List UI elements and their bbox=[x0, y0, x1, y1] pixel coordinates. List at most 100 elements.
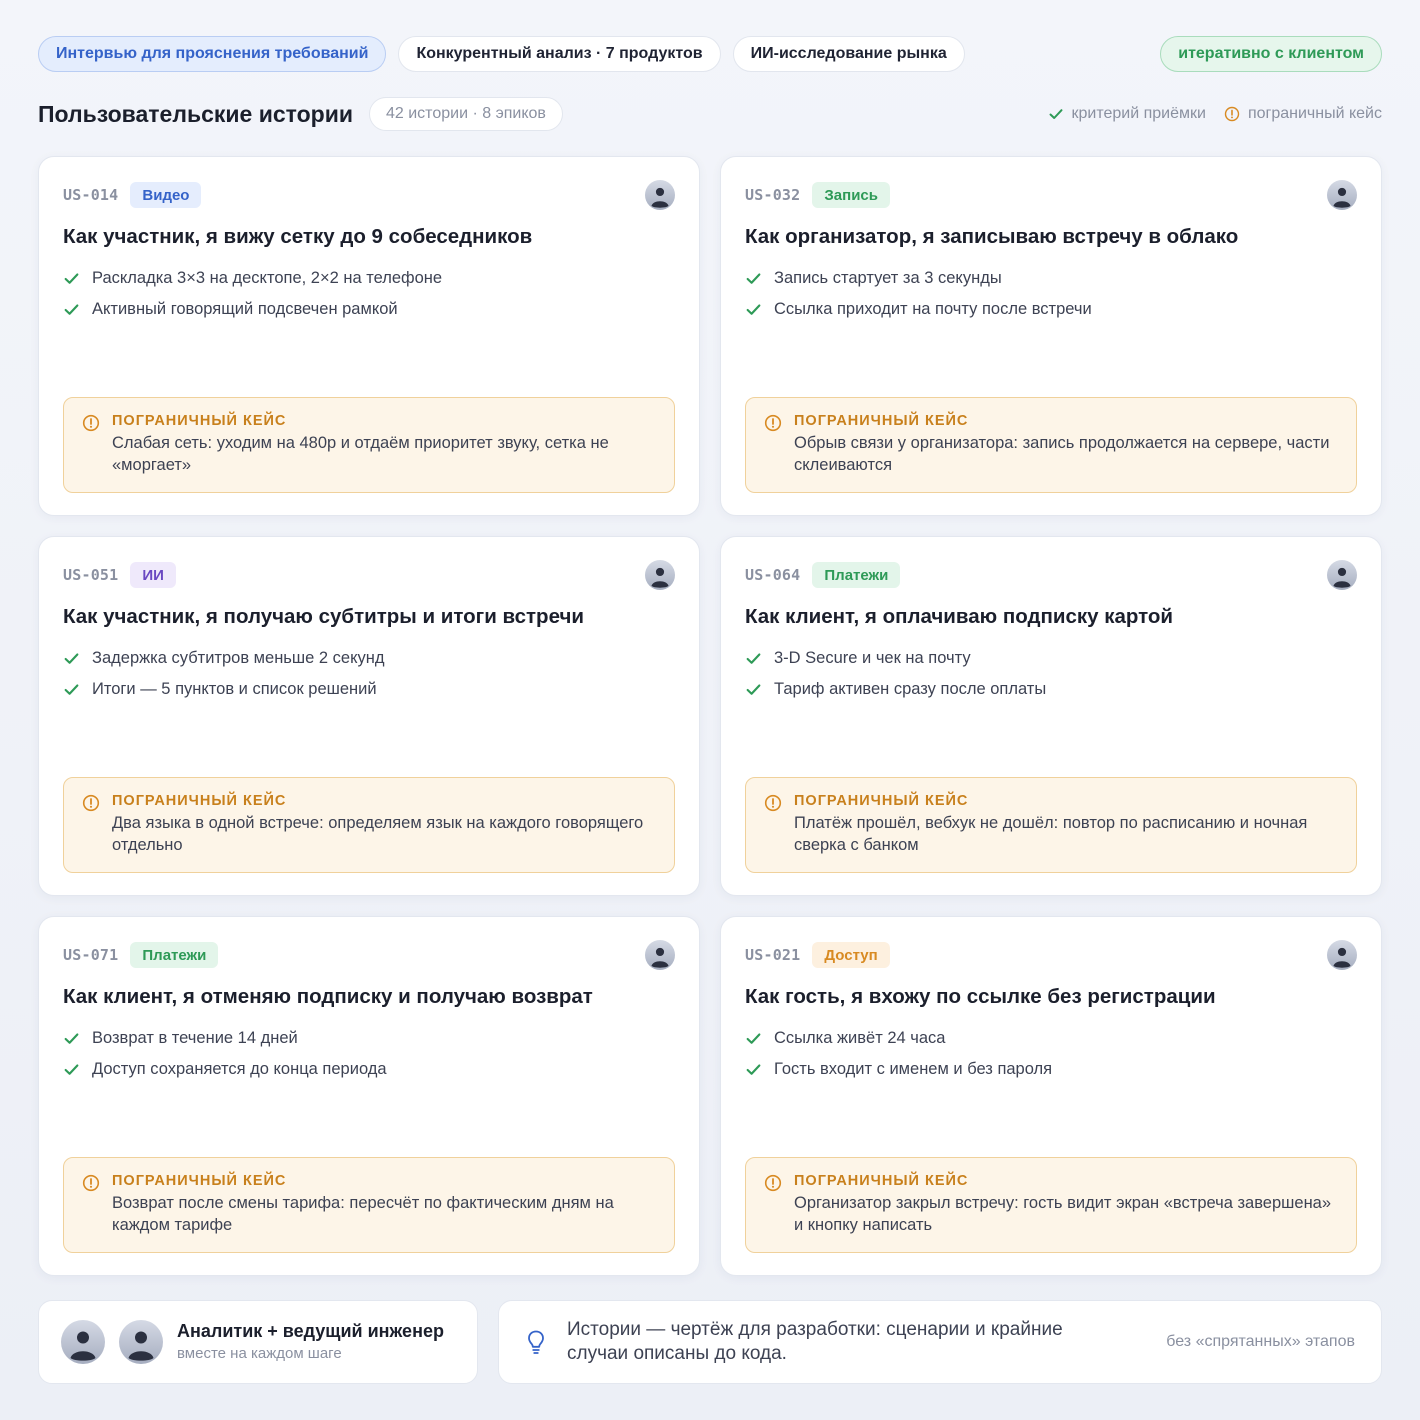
story-id: US-051 bbox=[63, 566, 119, 584]
story-id: US-021 bbox=[745, 946, 801, 964]
warning-icon bbox=[82, 794, 100, 812]
legend-criterion: критерий приёмки bbox=[1048, 105, 1206, 123]
check-icon bbox=[745, 301, 762, 318]
warning-icon bbox=[764, 1174, 782, 1192]
pill-ai-market-research[interactable]: ИИ-исследование рынка bbox=[732, 36, 965, 72]
story-tag[interactable]: Доступ bbox=[812, 942, 890, 968]
edge-case-box: ПОГРАНИЧНЫЙ КЕЙС Обрыв связи у организат… bbox=[745, 397, 1357, 493]
note-side-text: без «спрятанных» этапов bbox=[1166, 1333, 1355, 1350]
edge-case-label: ПОГРАНИЧНЫЙ КЕЙС bbox=[112, 413, 287, 429]
edge-case-label: ПОГРАНИЧНЫЙ КЕЙС bbox=[794, 793, 969, 809]
criterion-text: Гость входит с именем и без пароля bbox=[774, 1060, 1053, 1078]
acceptance-criteria: 3-D Secure и чек на почту Тариф активен … bbox=[745, 643, 1357, 705]
avatar[interactable] bbox=[645, 180, 675, 210]
edge-case-box: ПОГРАНИЧНЫЙ КЕЙС Возврат после смены тар… bbox=[63, 1157, 675, 1253]
legend: критерий приёмки пограничный кейс bbox=[1048, 105, 1382, 123]
warning-icon bbox=[1224, 106, 1240, 122]
edge-case-label: ПОГРАНИЧНЫЙ КЕЙС bbox=[112, 793, 287, 809]
edge-case-text: Слабая сеть: уходим на 480p и отдаём при… bbox=[112, 434, 609, 474]
story-tag[interactable]: Платежи bbox=[130, 942, 219, 968]
story-title: Как клиент, я отменяю подписку и получаю… bbox=[63, 985, 593, 1008]
avatar[interactable] bbox=[1327, 560, 1357, 590]
story-tag[interactable]: ИИ bbox=[130, 562, 176, 588]
pill-requirements-interview[interactable]: Интервью для прояснения требований bbox=[38, 36, 387, 72]
story-id: US-071 bbox=[63, 946, 119, 964]
stories-grid: US-014 Видео Как участник, я вижу сетку … bbox=[38, 156, 1382, 1276]
avatar[interactable] bbox=[645, 560, 675, 590]
note-text: Истории — чертёж для разработки: сценари… bbox=[567, 1319, 1063, 1364]
note-card: Истории — чертёж для разработки: сценари… bbox=[498, 1300, 1382, 1384]
legend-criterion-label: критерий приёмки bbox=[1071, 105, 1206, 122]
story-card[interactable]: US-051 ИИ Как участник, я получаю субтит… bbox=[38, 536, 700, 896]
avatar[interactable] bbox=[1327, 180, 1357, 210]
story-tag[interactable]: Платежи bbox=[812, 562, 901, 588]
check-icon bbox=[63, 650, 80, 667]
stories-count-badge: 42 истории · 8 эпиков bbox=[369, 97, 563, 131]
avatar[interactable] bbox=[1327, 940, 1357, 970]
acceptance-criteria: Раскладка 3×3 на десктопе, 2×2 на телефо… bbox=[63, 263, 675, 325]
story-card[interactable]: US-064 Платежи Как клиент, я оплачиваю п… bbox=[720, 536, 1382, 896]
edge-case-text: Возврат после смены тарифа: пересчёт по … bbox=[112, 1194, 614, 1234]
page-title: Пользовательские истории bbox=[38, 100, 353, 127]
criterion-item: Ссылка живёт 24 часа bbox=[745, 1023, 1357, 1054]
avatar[interactable] bbox=[61, 1320, 105, 1364]
edge-case-box: ПОГРАНИЧНЫЙ КЕЙС Платёж прошёл, вебхук н… bbox=[745, 777, 1357, 873]
warning-icon bbox=[82, 414, 100, 432]
edge-case-label: ПОГРАНИЧНЫЙ КЕЙС bbox=[794, 413, 969, 429]
acceptance-criteria: Запись стартует за 3 секунды Ссылка прих… bbox=[745, 263, 1357, 325]
avatar[interactable] bbox=[119, 1320, 163, 1364]
story-card-header: US-051 ИИ bbox=[63, 561, 675, 589]
story-title: Как организатор, я записываю встречу в о… bbox=[745, 225, 1239, 248]
team-avatars bbox=[61, 1320, 163, 1364]
criterion-text: Задержка субтитров меньше 2 секунд bbox=[92, 649, 385, 667]
check-icon bbox=[1048, 106, 1064, 122]
story-card[interactable]: US-032 Запись Как организатор, я записыв… bbox=[720, 156, 1382, 516]
lightbulb-icon bbox=[528, 1330, 544, 1354]
legend-edge-case-label: пограничный кейс bbox=[1247, 105, 1382, 122]
check-icon bbox=[63, 1030, 80, 1047]
iterative-status-pill[interactable]: итеративно с клиентом bbox=[1160, 36, 1382, 72]
story-card[interactable]: US-014 Видео Как участник, я вижу сетку … bbox=[38, 156, 700, 516]
criterion-text: Возврат в течение 14 дней bbox=[92, 1029, 298, 1047]
check-icon bbox=[745, 681, 762, 698]
criterion-text: Активный говорящий подсвечен рамкой bbox=[92, 300, 398, 318]
criterion-item: Раскладка 3×3 на десктопе, 2×2 на телефо… bbox=[63, 263, 675, 294]
edge-case-box: ПОГРАНИЧНЫЙ КЕЙС Слабая сеть: уходим на … bbox=[63, 397, 675, 493]
story-card[interactable]: US-071 Платежи Как клиент, я отменяю под… bbox=[38, 916, 700, 1276]
check-icon bbox=[745, 1030, 762, 1047]
criterion-text: Запись стартует за 3 секунды bbox=[774, 269, 1002, 287]
edge-case-text: Платёж прошёл, вебхук не дошёл: повтор п… bbox=[794, 814, 1308, 854]
acceptance-criteria: Задержка субтитров меньше 2 секунд Итоги… bbox=[63, 643, 675, 705]
team-name: Аналитик + ведущий инженер bbox=[177, 1321, 444, 1341]
story-title: Как клиент, я оплачиваю подписку картой bbox=[745, 605, 1174, 628]
criterion-item: Доступ сохраняется до конца периода bbox=[63, 1054, 675, 1085]
story-card-header: US-014 Видео bbox=[63, 181, 675, 209]
edge-case-text: Обрыв связи у организатора: запись продо… bbox=[794, 434, 1330, 474]
criterion-text: 3-D Secure и чек на почту bbox=[774, 649, 971, 667]
team-subtitle: вместе на каждом шаге bbox=[177, 1345, 342, 1362]
story-card[interactable]: US-021 Доступ Как гость, я вхожу по ссыл… bbox=[720, 916, 1382, 1276]
edge-case-text: Два языка в одной встрече: определяем яз… bbox=[112, 814, 644, 854]
check-icon bbox=[63, 1061, 80, 1078]
check-icon bbox=[63, 301, 80, 318]
edge-case-box: ПОГРАНИЧНЫЙ КЕЙС Два языка в одной встре… bbox=[63, 777, 675, 873]
top-bar: Интервью для прояснения требований Конку… bbox=[38, 36, 1382, 72]
story-tag[interactable]: Запись bbox=[812, 182, 890, 208]
criterion-item: 3-D Secure и чек на почту bbox=[745, 643, 1357, 674]
avatar[interactable] bbox=[645, 940, 675, 970]
criterion-text: Раскладка 3×3 на десктопе, 2×2 на телефо… bbox=[92, 269, 443, 287]
criterion-text: Ссылка живёт 24 часа bbox=[774, 1029, 946, 1047]
edge-case-box: ПОГРАНИЧНЫЙ КЕЙС Организатор закрыл встр… bbox=[745, 1157, 1357, 1253]
story-title: Как гость, я вхожу по ссылке без регистр… bbox=[745, 985, 1216, 1008]
criterion-text: Итоги — 5 пунктов и список решений bbox=[92, 680, 377, 698]
pill-competitive-analysis[interactable]: Конкурентный анализ · 7 продуктов bbox=[398, 36, 721, 72]
criterion-item: Тариф активен сразу после оплаты bbox=[745, 674, 1357, 705]
check-icon bbox=[745, 270, 762, 287]
story-id: US-014 bbox=[63, 186, 119, 204]
story-tag[interactable]: Видео bbox=[130, 182, 202, 208]
legend-edge-case: пограничный кейс bbox=[1224, 105, 1382, 123]
warning-icon bbox=[764, 794, 782, 812]
criterion-text: Ссылка приходит на почту после встречи bbox=[774, 300, 1092, 318]
story-card-header: US-032 Запись bbox=[745, 181, 1357, 209]
section-header: Пользовательские истории 42 истории · 8 … bbox=[38, 96, 1382, 132]
